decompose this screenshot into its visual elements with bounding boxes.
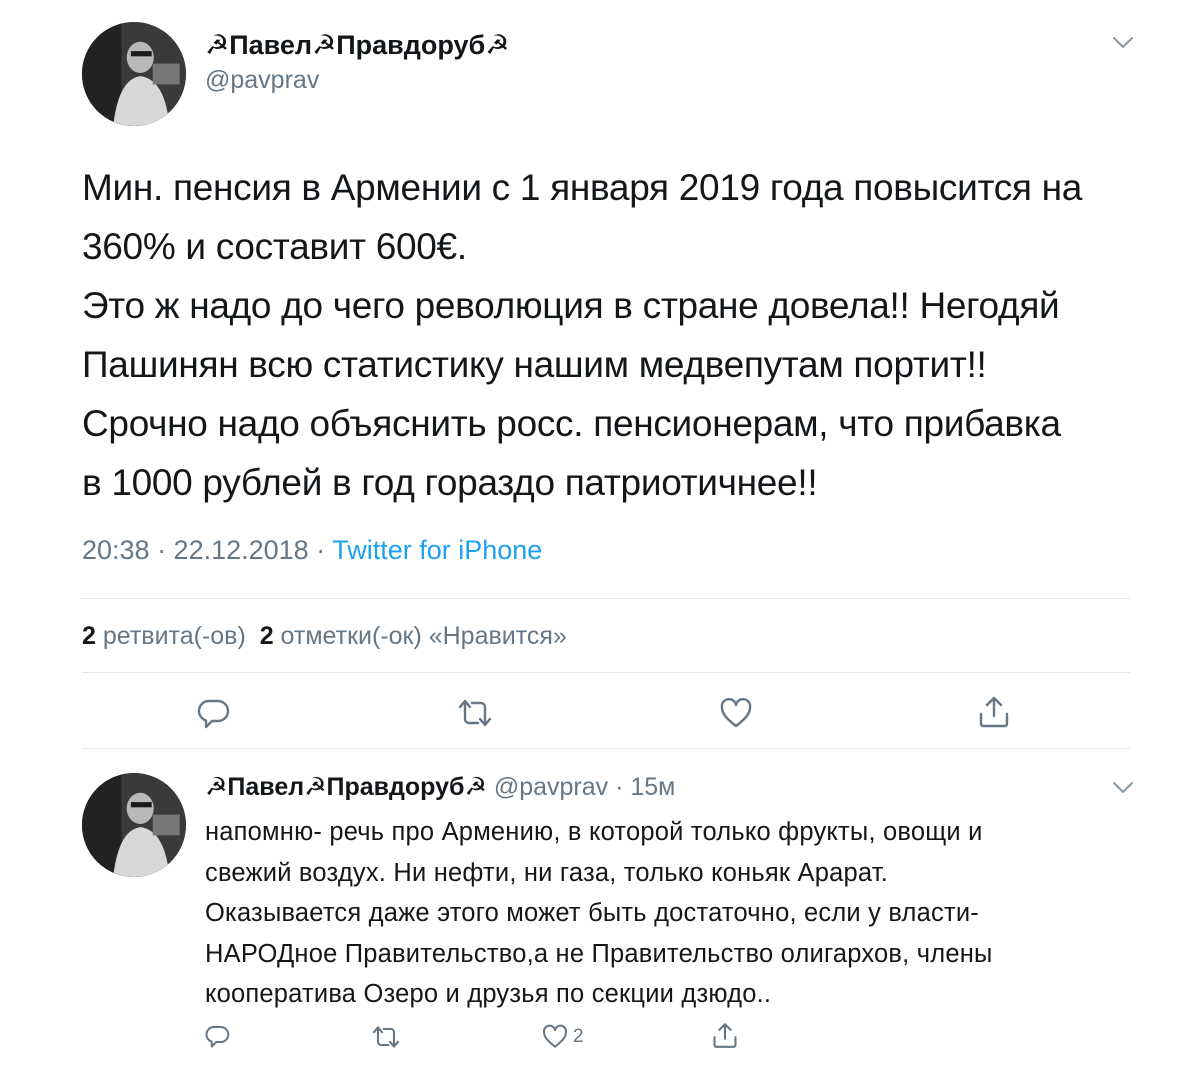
- author-avatar[interactable]: [82, 22, 186, 126]
- reply-icon[interactable]: [204, 1024, 230, 1048]
- author-handle[interactable]: @pavprav: [205, 66, 319, 95]
- share-icon[interactable]: [977, 694, 1011, 730]
- tweet-text-line: 360% и составит 600€.: [82, 226, 467, 267]
- tweet-text-line: Это ж надо до чего революция в стране до…: [82, 285, 1060, 326]
- reply-header: ☭Павел☭Правдоруб☭ @pavprav · 15м: [205, 772, 675, 802]
- tweet-text-line: Пашинян всю статистику нашим медвепутам …: [82, 344, 987, 385]
- tweet-stats: 2 ретвита(-ов) 2 отметки(-ок) «Нравится»: [82, 622, 567, 651]
- retweets-stat[interactable]: 2 ретвита(-ов): [82, 622, 246, 650]
- tweet-text-line: Срочно надо объяснить росс. пенсионерам,…: [82, 403, 1061, 444]
- tweet-meta: 20:38 · 22.12.2018 · Twitter for iPhone: [82, 535, 542, 566]
- reply-text-line: свежий воздух. Ни нефти, ни газа, только…: [205, 858, 889, 887]
- tweet-detail-page: ☭Павел☭Правдоруб☭ @pavprav Мин. пенсия в…: [0, 0, 1200, 1068]
- reply-handle-time[interactable]: @pavprav · 15м: [494, 773, 676, 801]
- tweet-text: Мин. пенсия в Армении с 1 января 2019 го…: [82, 158, 1142, 512]
- reply-text-line: кооператива Озеро и друзья по секции дзю…: [205, 980, 772, 1008]
- author-name[interactable]: ☭Павел☭Правдоруб☭: [205, 30, 509, 61]
- tweet-text-line: Мин. пенсия в Армении с 1 января 2019 го…: [82, 167, 1083, 208]
- divider: [82, 672, 1130, 673]
- heart-icon[interactable]: [541, 1024, 569, 1049]
- tweet-text-line: в 1000 рублей в год гораздо патриотичнее…: [82, 462, 818, 503]
- reply-icon[interactable]: [196, 697, 230, 729]
- retweet-icon[interactable]: [455, 698, 495, 728]
- like-label: отметки(-ок) «Нравится»: [280, 622, 567, 650]
- share-icon[interactable]: [711, 1021, 739, 1050]
- reply-text-line: НАРОДное Правительство,а не Правительств…: [205, 939, 993, 968]
- reply-author-name[interactable]: ☭Павел☭Правдоруб☭: [205, 773, 487, 801]
- divider: [82, 748, 1130, 749]
- heart-icon[interactable]: [719, 697, 753, 729]
- tweet-timestamp[interactable]: 20:38 · 22.12.2018 ·: [82, 535, 332, 565]
- retweet-label: ретвита(-ов): [102, 622, 246, 650]
- divider: [82, 598, 1130, 599]
- retweet-count: 2: [82, 622, 96, 650]
- chevron-down-icon[interactable]: [1112, 36, 1134, 55]
- reply-like-count: 2: [573, 1026, 584, 1047]
- chevron-down-icon[interactable]: [1112, 781, 1134, 800]
- likes-stat[interactable]: 2 отметки(-ок) «Нравится»: [260, 622, 567, 650]
- reply-author-avatar[interactable]: [82, 773, 186, 877]
- reply-text-line: напомню- речь про Армению, в которой тол…: [205, 818, 983, 846]
- tweet-source-link[interactable]: Twitter for iPhone: [332, 535, 542, 565]
- like-count: 2: [259, 622, 274, 650]
- retweet-icon[interactable]: [370, 1025, 402, 1049]
- reply-text-line: Оказывается даже этого может быть достат…: [205, 899, 979, 927]
- reply-text: напомню- речь про Армению, в которой тол…: [205, 812, 993, 1015]
